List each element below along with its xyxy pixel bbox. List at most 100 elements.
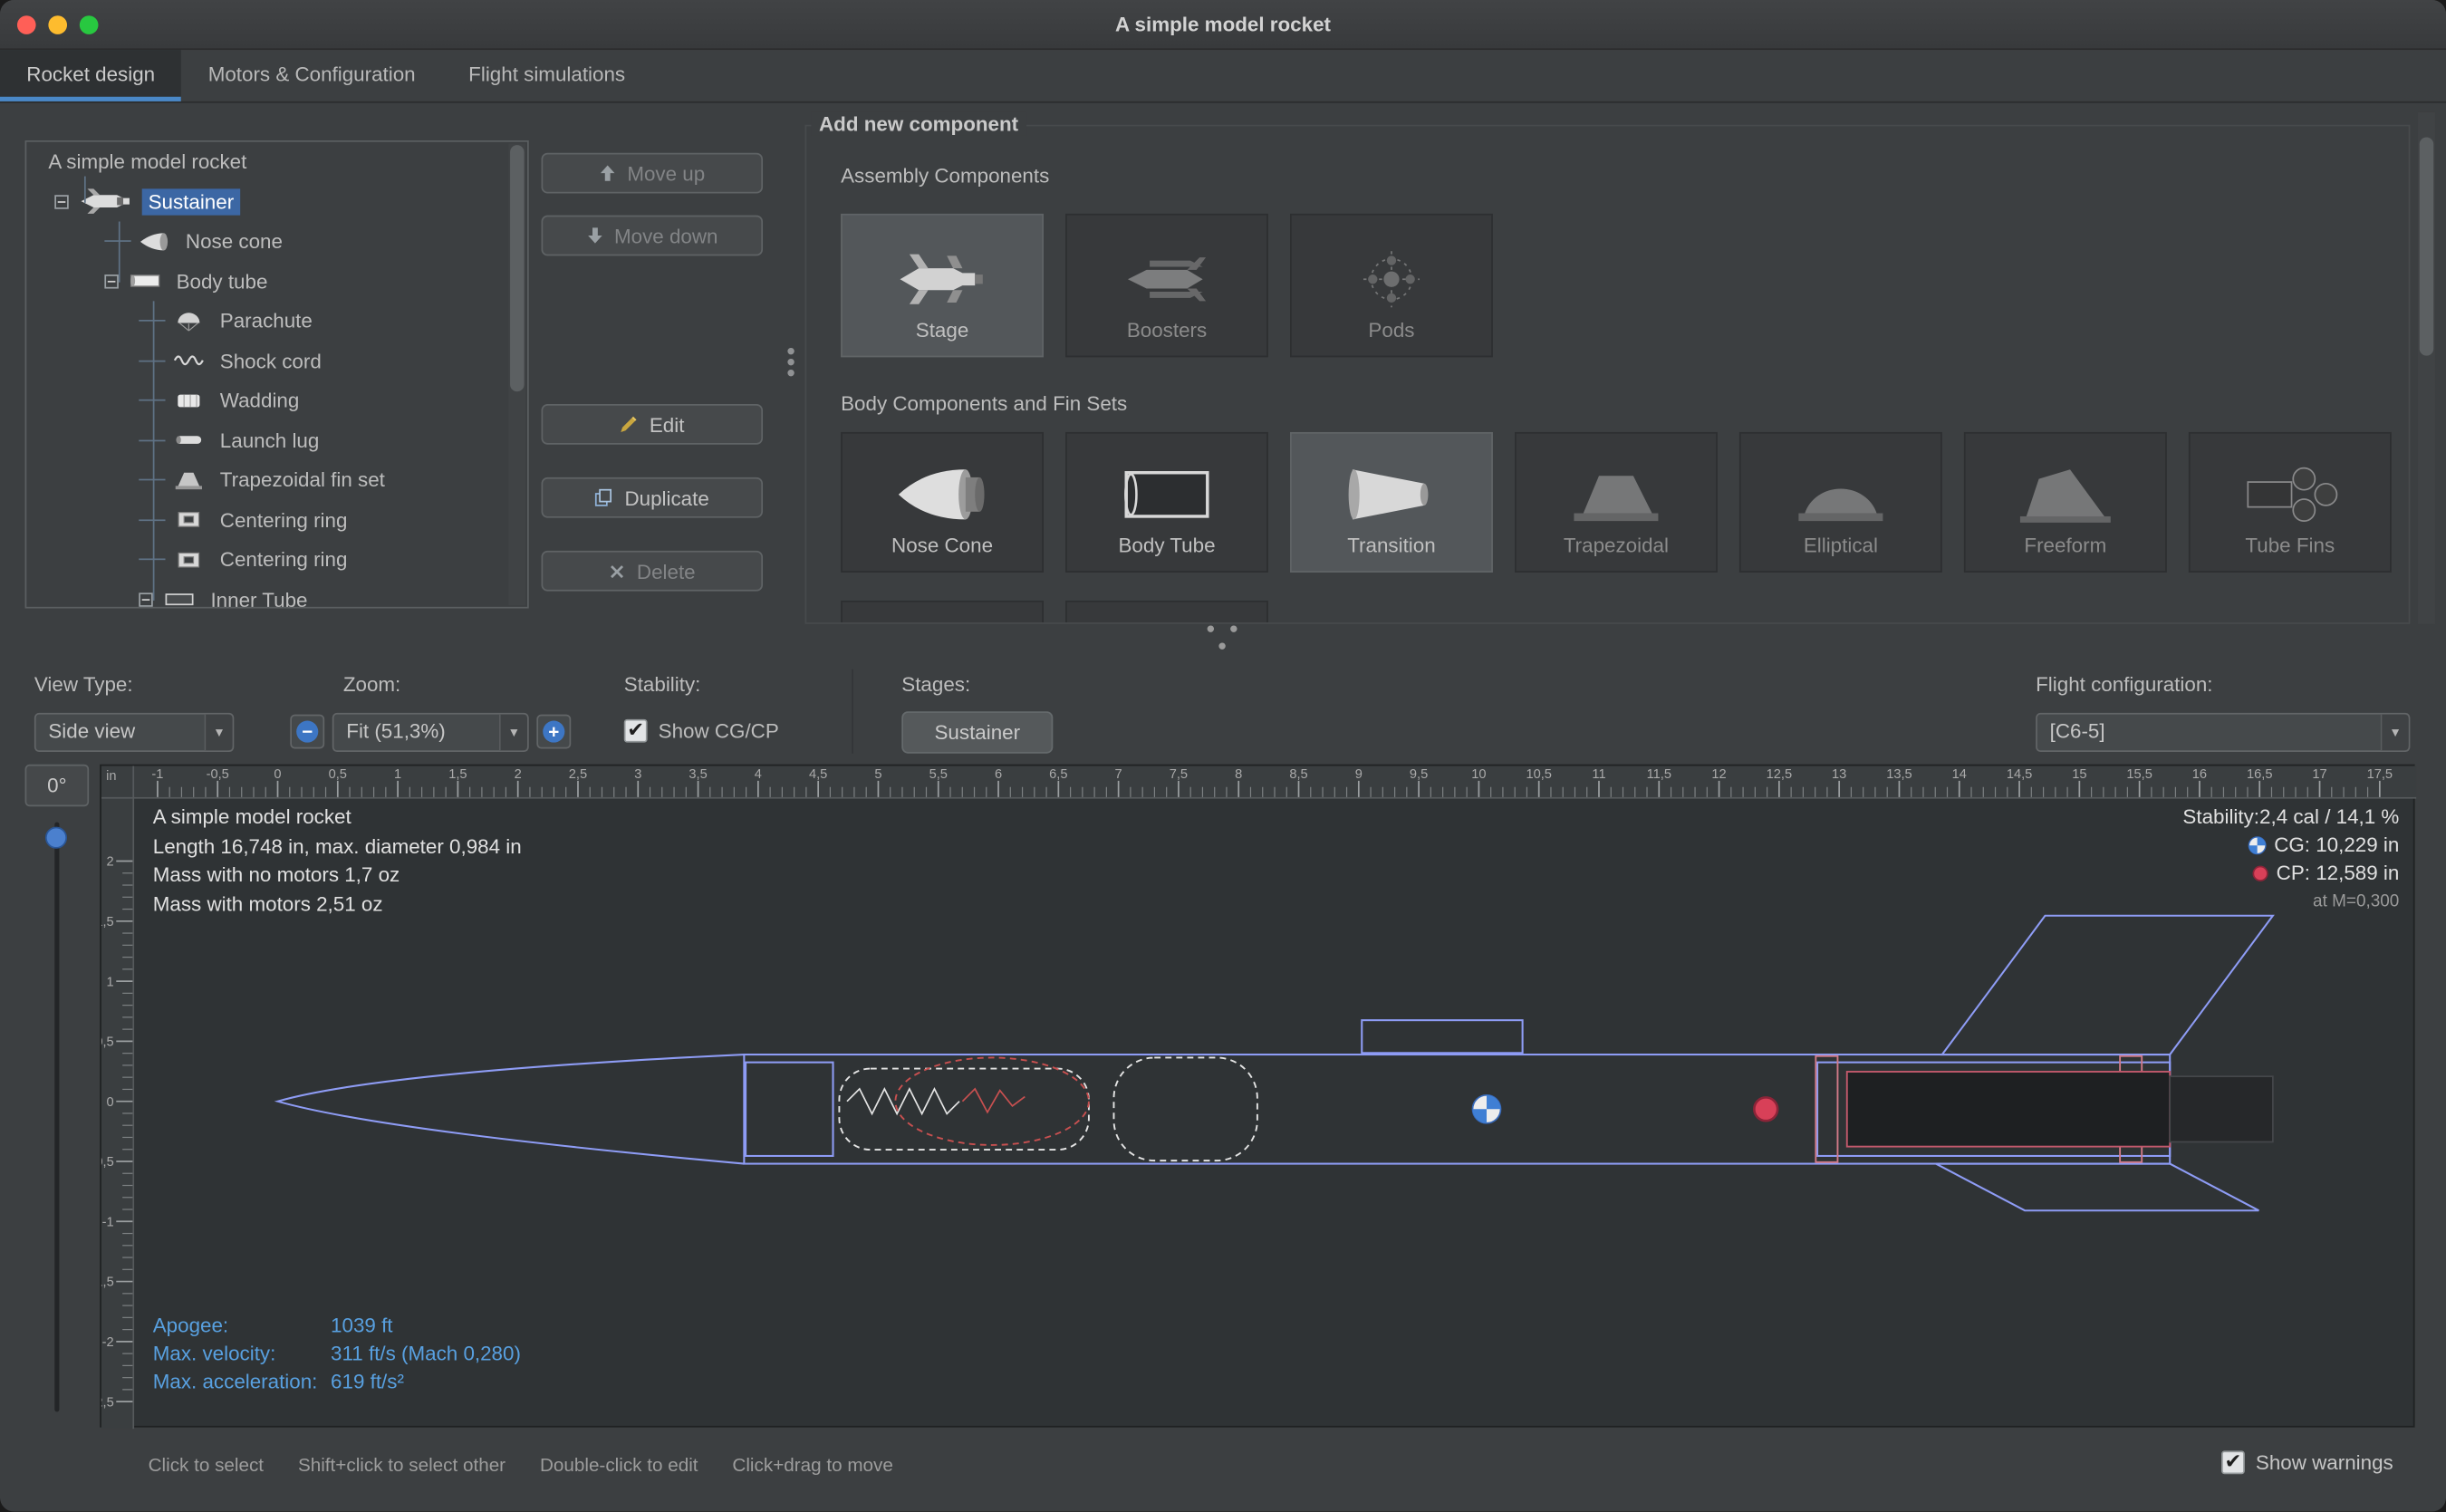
flight-result-label: Max. velocity:	[153, 1340, 331, 1368]
svg-text:0,5: 0,5	[101, 1035, 114, 1050]
tab-rocket-design[interactable]: Rocket design	[0, 50, 181, 101]
component-button-body-tube[interactable]: Body Tube	[1065, 432, 1268, 573]
tree-item-a-simple-model-rocket[interactable]: A simple model rocket	[26, 142, 527, 182]
view-type-select[interactable]: Side view ▼	[34, 713, 234, 752]
svg-text:-1: -1	[102, 1215, 114, 1229]
stage-toggle-sustainer[interactable]: Sustainer	[901, 711, 1053, 753]
show-cgcp-checkbox[interactable]	[624, 719, 648, 743]
show-warnings-checkbox[interactable]	[2221, 1450, 2245, 1474]
rotation-slider[interactable]	[54, 822, 59, 1411]
tree-item-trapezoidal-fin-set[interactable]: Trapezoidal fin set	[26, 460, 527, 500]
parachute-shape[interactable]	[1113, 1057, 1257, 1160]
stability-text: Stability:2,4 cal / 14,1 %	[2182, 804, 2399, 832]
arrow-up-icon	[599, 164, 616, 183]
launch-lug-shape[interactable]	[1362, 1020, 1522, 1053]
cg-icon	[2248, 836, 2267, 855]
component-button-stage[interactable]: Stage	[841, 214, 1044, 357]
fin-bottom-shape[interactable]	[1936, 1164, 2258, 1211]
delete-button[interactable]: Delete	[542, 551, 764, 592]
maximize-window-button[interactable]	[80, 15, 99, 34]
svg-text:in: in	[106, 769, 116, 784]
palette-scrollbar-thumb[interactable]	[2420, 138, 2433, 356]
tree-item-launch-lug[interactable]: Launch lug	[26, 420, 527, 460]
group-label-body-components-and-fin-sets: Body Components and Fin Sets	[841, 391, 1127, 415]
tree-item-parachute[interactable]: Parachute	[26, 301, 527, 341]
vertical-splitter-handle[interactable]: ●●●	[786, 346, 795, 379]
tree-item-nose-cone[interactable]: Nose cone	[26, 222, 527, 262]
tree-scrollbar-thumb[interactable]	[510, 145, 524, 391]
rocket-info-line: Mass with motors 2,51 oz	[153, 890, 522, 919]
tab-motors-configuration[interactable]: Motors & Configuration	[181, 50, 441, 101]
tree-item-inner-tube[interactable]: Inner Tube	[26, 580, 527, 609]
flight-config-select[interactable]: [C6-5] ▼	[2036, 713, 2410, 752]
motor-overhang-shape[interactable]	[2170, 1076, 2273, 1141]
component-button-trapezoidal[interactable]: Trapezoidal	[1515, 432, 1718, 573]
shock-cord-line	[847, 1089, 959, 1114]
svg-text:-0,5: -0,5	[101, 1155, 114, 1170]
tree-item-label: Inner Tube	[205, 586, 314, 609]
shock-cord-shape[interactable]	[839, 1069, 1089, 1151]
component-button-boosters[interactable]: Boosters	[1065, 214, 1268, 357]
rotation-slider-thumb[interactable]	[45, 827, 67, 849]
component-button-elliptical[interactable]: Elliptical	[1739, 432, 1942, 573]
move-up-button[interactable]: Move up	[542, 153, 764, 194]
component-button-nose-cone[interactable]: Nose Cone	[841, 432, 1044, 573]
innertube-icon	[164, 589, 195, 609]
tree-item-sustainer[interactable]: Sustainer	[26, 182, 527, 222]
svg-text:17,5: 17,5	[2367, 767, 2393, 782]
stage-icon	[894, 248, 991, 311]
svg-text:5: 5	[874, 767, 881, 782]
component-button-partial[interactable]	[841, 601, 1044, 624]
tree-item-shock-cord[interactable]: Shock cord	[26, 341, 527, 380]
tree-item-wadding[interactable]: Wadding	[26, 380, 527, 420]
svg-text:1,5: 1,5	[101, 915, 114, 929]
close-window-button[interactable]	[17, 15, 36, 34]
zoom-select[interactable]: Fit (51,3%) ▼	[332, 713, 529, 752]
horizontal-splitter-handle[interactable]: ● ● ●	[1199, 621, 1249, 655]
chevron-down-icon: ▼	[205, 715, 233, 751]
nose-cone-shape[interactable]	[278, 1055, 745, 1164]
move-down-button[interactable]: Move down	[542, 216, 764, 256]
component-button-tube-fins[interactable]: Tube Fins	[2189, 432, 2392, 573]
tree-item-label: Centering ring	[214, 546, 353, 573]
collapse-toggle-icon[interactable]	[139, 592, 152, 606]
nose-shoulder-shape[interactable]	[746, 1063, 833, 1156]
action-buttons: Move up Move down Edit Duplicate Delete	[542, 153, 764, 605]
edit-button[interactable]: Edit	[542, 404, 764, 445]
svg-text:17: 17	[2312, 767, 2326, 782]
zoom-out-button[interactable]: −	[290, 715, 324, 749]
tree-item-centering-ring[interactable]: Centering ring	[26, 540, 527, 580]
component-button-pods[interactable]: Pods	[1290, 214, 1493, 357]
cg-marker[interactable]	[1473, 1095, 1501, 1123]
elliptical-icon	[1793, 463, 1890, 525]
svg-text:2: 2	[107, 855, 114, 870]
fin-top-shape[interactable]	[1942, 916, 2273, 1055]
duplicate-button[interactable]: Duplicate	[542, 477, 764, 518]
wadding-icon	[173, 390, 204, 411]
rocket-view[interactable]: -1-0,500,511,522,533,544,555,566,577,588…	[100, 765, 2414, 1428]
tree-item-body-tube[interactable]: Body tube	[26, 261, 527, 301]
motor-shape[interactable]	[1847, 1072, 2170, 1147]
tab-flight-simulations[interactable]: Flight simulations	[442, 50, 651, 101]
window-controls	[17, 15, 99, 34]
stability-label: Stability:	[624, 672, 701, 696]
pencil-icon	[620, 415, 639, 434]
collapse-toggle-icon[interactable]	[54, 195, 68, 208]
tree-scrollbar[interactable]	[508, 143, 525, 605]
tree-item-centering-ring[interactable]: Centering ring	[26, 500, 527, 540]
minimize-window-button[interactable]	[48, 15, 67, 34]
component-button-freeform[interactable]: Freeform	[1964, 432, 2167, 573]
wadding-shape[interactable]	[895, 1057, 1089, 1144]
tree-item-label: Trapezoidal fin set	[214, 467, 391, 493]
finset-icon	[173, 469, 204, 491]
zoom-in-button[interactable]: +	[536, 715, 571, 749]
component-button-transition[interactable]: Transition	[1290, 432, 1493, 573]
tree-item-label: Nose cone	[179, 228, 289, 255]
svg-text:2: 2	[515, 767, 522, 782]
component-button-label: Trapezoidal	[1564, 534, 1669, 557]
collapse-toggle-icon[interactable]	[104, 274, 118, 288]
status-hints: Click to selectShift+click to select oth…	[149, 1454, 893, 1476]
centering-ring-fore[interactable]	[1815, 1056, 1837, 1162]
cp-marker[interactable]	[1754, 1097, 1777, 1121]
palette-scrollbar[interactable]	[2418, 112, 2435, 624]
